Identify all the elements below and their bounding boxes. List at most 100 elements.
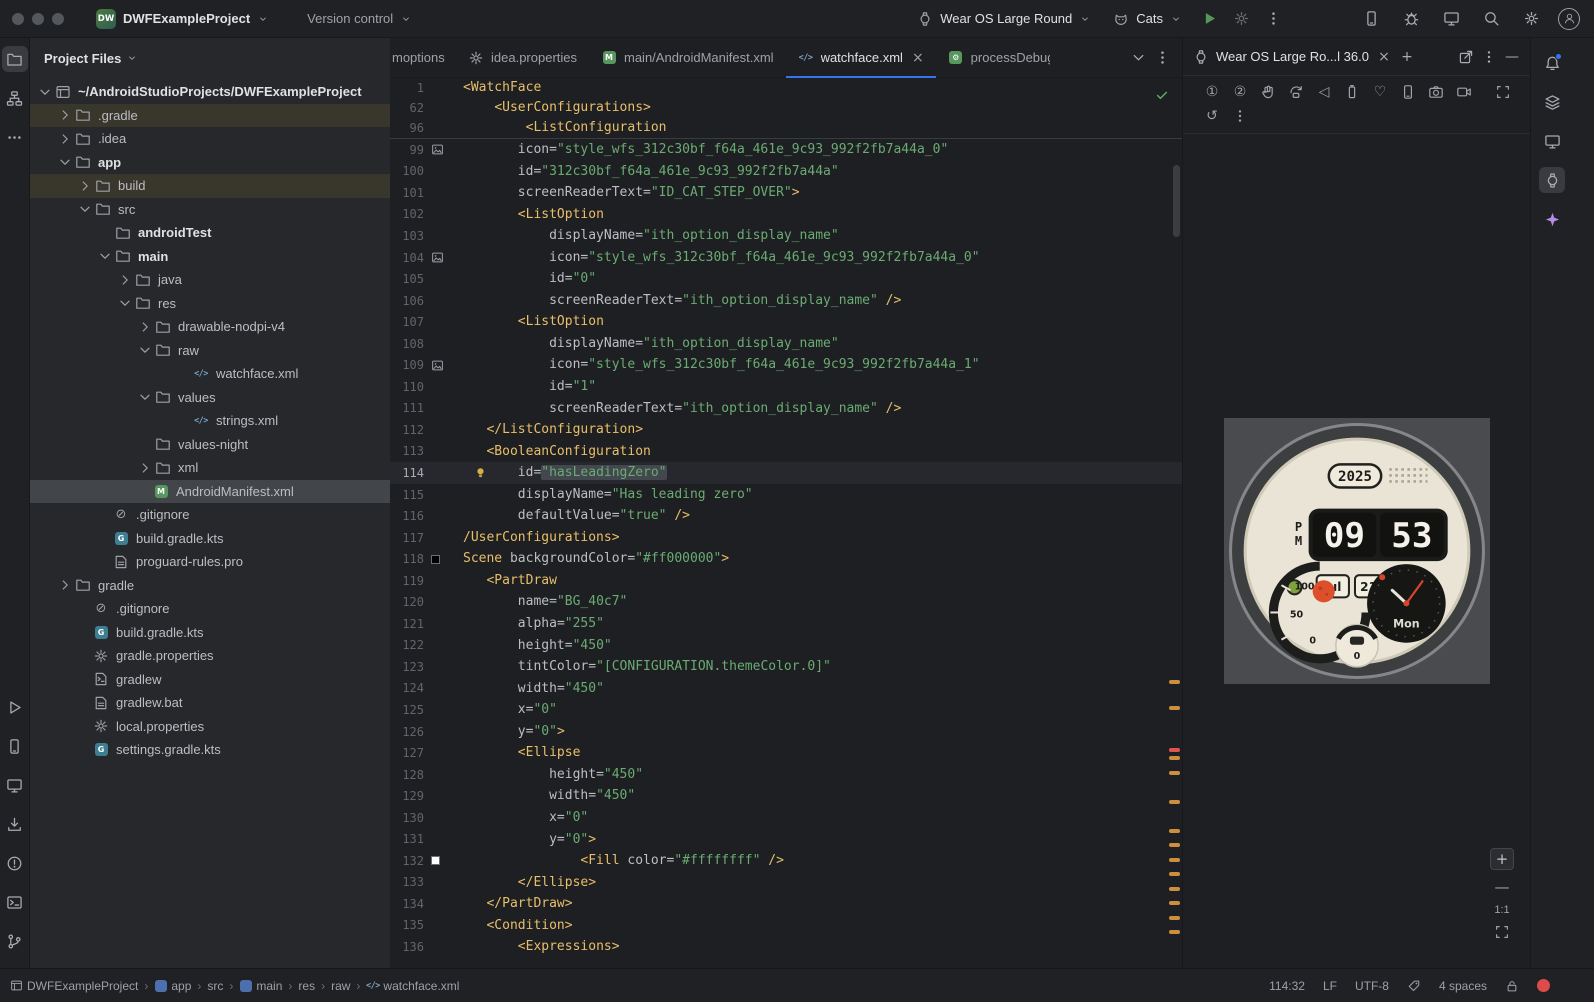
stripe-mark[interactable] (1169, 771, 1180, 775)
code-line-129[interactable]: 129 width="450" (390, 785, 1182, 807)
structure-button[interactable] (2, 85, 28, 111)
chevron-down-icon[interactable] (96, 248, 114, 264)
tree-folder-drawable-nodpi-v4[interactable]: drawable-nodpi-v4 (30, 315, 390, 339)
chevron-right-icon[interactable] (136, 319, 154, 335)
hide-panel-icon[interactable]: — (1504, 49, 1520, 65)
breadcrumb-src[interactable]: src (207, 979, 223, 993)
code-line-134[interactable]: 134 </PartDraw> (390, 893, 1182, 915)
code-line-126[interactable]: 126 y="0"> (390, 721, 1182, 743)
code-line-132[interactable]: 132 <Fill color="#ffffffff" /> (390, 850, 1182, 872)
code-line-131[interactable]: 131 y="0"> (390, 829, 1182, 851)
code-line-119[interactable]: 119 <PartDraw (390, 570, 1182, 592)
tree-file-gradlew[interactable]: gradlew (30, 668, 390, 692)
version-control-button[interactable] (2, 928, 28, 954)
stripe-mark[interactable] (1169, 901, 1180, 905)
hidden-tabs-button[interactable] (1126, 46, 1150, 70)
code-line-112[interactable]: 112 </ListConfiguration> (390, 419, 1182, 441)
chevron-right-icon[interactable] (76, 178, 94, 194)
tree-file-strings-xml[interactable]: </> strings.xml (30, 409, 390, 433)
stripe-mark[interactable] (1169, 887, 1180, 891)
reset-button[interactable]: ↺ (1199, 104, 1225, 128)
tree-folder-androidstudioprojects-dwfexampleproject[interactable]: ~/AndroidStudioProjects/DWFExampleProjec… (30, 80, 390, 104)
minimize-window-button[interactable] (32, 12, 44, 25)
tree-folder-gradle[interactable]: .gradle (30, 103, 390, 127)
code-line-107[interactable]: 107 <ListOption (390, 311, 1182, 333)
device-manager-button[interactable] (2, 772, 28, 798)
settings-button[interactable] (1518, 6, 1544, 32)
tree-file-settings-gradle-kts[interactable]: Gsettings.gradle.kts (30, 738, 390, 762)
code-line-103[interactable]: 103 displayName="ith_option_display_name… (390, 225, 1182, 247)
breadcrumb-raw[interactable]: raw (331, 979, 350, 993)
code-line-125[interactable]: 125 x="0" (390, 699, 1182, 721)
drawable-preview-icon[interactable] (431, 251, 444, 264)
tree-folder-src[interactable]: src (30, 198, 390, 222)
stripe-mark[interactable] (1169, 916, 1180, 920)
breadcrumb-main[interactable]: main (256, 979, 282, 993)
code-line-114[interactable]: 114 id="hasLeadingZero" (390, 462, 1182, 484)
color-swatch-black[interactable] (431, 554, 440, 564)
gemini-button[interactable] (1539, 206, 1565, 232)
code-line-111[interactable]: 111 screenReaderText="ith_option_display… (390, 398, 1182, 420)
device-viewport[interactable]: 2025 P M 09 53 21 Mon 100 50 0 0 + — 1:1 (1183, 134, 1530, 968)
line-separator[interactable]: LF (1323, 979, 1337, 993)
more-tool-windows-button[interactable] (2, 124, 28, 150)
tab-watchface-xml[interactable]: </> watchface.xml × (785, 38, 936, 78)
code-line-128[interactable]: 128 height="450" (390, 764, 1182, 786)
heart-rate-button[interactable]: ♡ (1367, 80, 1393, 104)
notifications-button[interactable] (1539, 50, 1565, 76)
tree-file-watchface-xml[interactable]: </> watchface.xml (30, 362, 390, 386)
tree-file-proguard-rules-pro[interactable]: proguard-rules.pro (30, 550, 390, 574)
tab-close-icon[interactable]: × (912, 50, 924, 66)
caret-position[interactable]: 114:32 (1269, 979, 1305, 993)
tree-folder-values-night[interactable]: values-night (30, 433, 390, 457)
build-variants-button[interactable] (1539, 128, 1565, 154)
stripe-mark[interactable] (1169, 858, 1180, 862)
tree-file-local-properties[interactable]: local.properties (30, 715, 390, 739)
tree-folder-build[interactable]: build (30, 174, 390, 198)
tab-processdebug[interactable]: ⚙ processDebug (936, 38, 1062, 77)
tag-icon[interactable] (1407, 979, 1421, 993)
zoom-fit-icon[interactable] (1494, 924, 1510, 940)
code-line-122[interactable]: 122 height="450" (390, 635, 1182, 657)
code-line-130[interactable]: 130 x="0" (390, 807, 1182, 829)
chevron-right-icon[interactable] (56, 131, 74, 147)
tab-moptions[interactable]: moptions (390, 38, 456, 77)
stripe-mark[interactable] (1169, 800, 1180, 804)
tree-folder-java[interactable]: java (30, 268, 390, 292)
version-control-widget[interactable]: Version control (299, 5, 420, 33)
code-line-99[interactable]: 99 icon="style_wfs_312c30bf_f64a_461e_9c… (390, 139, 1182, 161)
device-manager-button[interactable] (1358, 6, 1384, 32)
chevron-down-icon[interactable] (76, 201, 94, 217)
tree-file-gradle-properties[interactable]: gradle.properties (30, 644, 390, 668)
tree-file-gitignore[interactable]: ⊘ .gitignore (30, 503, 390, 527)
code-line-123[interactable]: 123 tintColor="[CONFIGURATION.themeColor… (390, 656, 1182, 678)
vibrate-button[interactable] (1395, 80, 1421, 104)
run-button[interactable] (1196, 6, 1222, 32)
drawable-preview-icon[interactable] (431, 359, 444, 372)
chevron-down-icon[interactable] (136, 389, 154, 405)
add-device-icon[interactable]: + (1399, 49, 1415, 65)
tilt-button[interactable] (1283, 80, 1309, 104)
device-tab-title[interactable]: Wear OS Large Ro...l 36.0 (1216, 49, 1369, 64)
tab-main-androidmanifest-xml[interactable]: Mmain/AndroidManifest.xml (589, 38, 786, 77)
file-encoding[interactable]: UTF-8 (1355, 979, 1389, 993)
editor-error-stripe[interactable] (1168, 78, 1182, 968)
indent-config[interactable]: 4 spaces (1439, 979, 1487, 993)
zoom-reset-button[interactable]: 1:1 (1494, 904, 1509, 916)
tree-folder-res[interactable]: res (30, 292, 390, 316)
emulator-button[interactable] (1438, 6, 1464, 32)
stripe-mark[interactable] (1169, 930, 1180, 934)
code-line-113[interactable]: 113 <BooleanConfiguration (390, 441, 1182, 463)
tree-file-androidmanifest-xml[interactable]: M AndroidManifest.xml (30, 479, 390, 503)
chevron-down-icon[interactable] (36, 84, 54, 100)
breadcrumb-dwfexampleproject[interactable]: DWFExampleProject (27, 979, 138, 993)
tree-folder-values[interactable]: values (30, 386, 390, 410)
chevron-right-icon[interactable] (56, 107, 74, 123)
close-icon[interactable]: × (1376, 49, 1392, 65)
chevron-right-icon[interactable] (56, 577, 74, 593)
code-line-116[interactable]: 116 defaultValue="true" /> (390, 505, 1182, 527)
more-run-actions-button[interactable] (1260, 6, 1286, 32)
search-everywhere-button[interactable] (1478, 6, 1504, 32)
gradle-button[interactable] (1539, 89, 1565, 115)
kebab-icon[interactable] (1481, 49, 1497, 65)
